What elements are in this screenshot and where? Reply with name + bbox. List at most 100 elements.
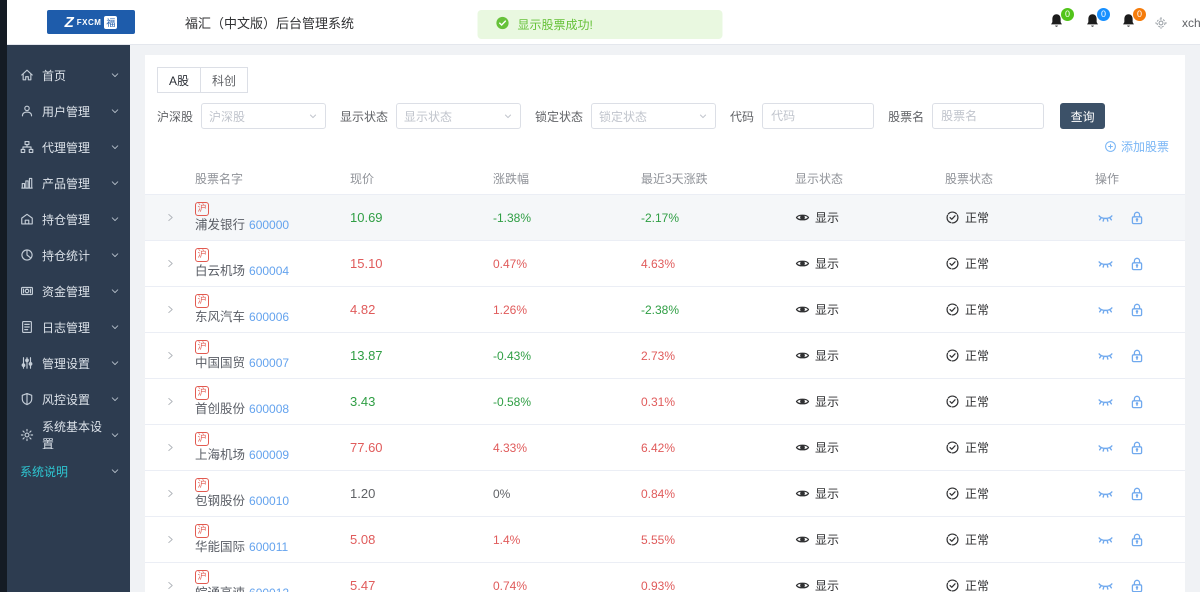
table-row: 沪首创股份6000083.43-0.58%0.31%显示正常 bbox=[145, 379, 1185, 425]
sidebar-item-7[interactable]: 日志管理 bbox=[7, 309, 130, 345]
row-expand-chevron-icon[interactable] bbox=[145, 396, 195, 407]
stock-name-cell: 沪东风汽车600006 bbox=[195, 294, 350, 326]
fxcm-logo: Z FXCM 福 bbox=[47, 10, 135, 34]
header-right-area: 000 xchen bbox=[1048, 0, 1200, 45]
lock-stock-icon[interactable] bbox=[1129, 348, 1145, 364]
sidebar-item-11[interactable]: 系统说明 bbox=[7, 453, 130, 489]
log-icon bbox=[20, 320, 34, 334]
hushen-select[interactable]: 沪深股 bbox=[201, 103, 326, 129]
sidebar-item-5[interactable]: 持仓统计 bbox=[7, 237, 130, 273]
change-percent: 1.4% bbox=[493, 533, 641, 547]
row-expand-chevron-icon[interactable] bbox=[145, 442, 195, 453]
notification-bell-0[interactable]: 0 bbox=[1048, 12, 1068, 34]
stock-name: 浦发银行 bbox=[195, 218, 245, 232]
hide-stock-eye-closed-icon[interactable] bbox=[1097, 485, 1114, 502]
logo-fxcm-text: FXCM bbox=[77, 18, 102, 27]
username-label[interactable]: xchen bbox=[1182, 16, 1200, 30]
sidebar-item-0[interactable]: 首页 bbox=[7, 57, 130, 93]
stock-code-link[interactable]: 600004 bbox=[249, 264, 289, 278]
row-expand-chevron-icon[interactable] bbox=[145, 580, 195, 591]
lock-stock-icon[interactable] bbox=[1129, 532, 1145, 548]
current-price: 5.08 bbox=[350, 532, 493, 547]
chevron-down-icon bbox=[503, 111, 513, 121]
display-status-select[interactable]: 显示状态 bbox=[396, 103, 521, 129]
current-price: 4.82 bbox=[350, 302, 493, 317]
check-circle-icon bbox=[945, 210, 960, 225]
stock-status-cell: 正常 bbox=[945, 531, 1095, 548]
sidebar-item-8[interactable]: 管理设置 bbox=[7, 345, 130, 381]
stock-code-link[interactable]: 600007 bbox=[249, 356, 289, 370]
hide-stock-eye-closed-icon[interactable] bbox=[1097, 347, 1114, 364]
lock-status-select[interactable]: 锁定状态 bbox=[591, 103, 716, 129]
query-button[interactable]: 查询 bbox=[1060, 103, 1105, 129]
lock-stock-icon[interactable] bbox=[1129, 486, 1145, 502]
sidebar-item-1[interactable]: 用户管理 bbox=[7, 93, 130, 129]
row-expand-chevron-icon[interactable] bbox=[145, 488, 195, 499]
stock-name: 白云机场 bbox=[195, 264, 245, 278]
stock-name-cell: 沪中国国贸600007 bbox=[195, 340, 350, 372]
row-expand-chevron-icon[interactable] bbox=[145, 350, 195, 361]
eye-icon bbox=[795, 348, 810, 363]
lock-stock-icon[interactable] bbox=[1129, 440, 1145, 456]
sidebar-item-label: 管理设置 bbox=[42, 355, 90, 372]
tab-star-market[interactable]: 科创 bbox=[201, 67, 248, 93]
change-percent: -0.43% bbox=[493, 349, 641, 363]
lock-stock-icon[interactable] bbox=[1129, 302, 1145, 318]
stock-code-link[interactable]: 600006 bbox=[249, 310, 289, 324]
stock-name: 华能国际 bbox=[195, 540, 245, 554]
stock-status-cell: 正常 bbox=[945, 393, 1095, 410]
notification-bell-2[interactable]: 0 bbox=[1120, 12, 1140, 34]
change-3day-percent: 6.42% bbox=[641, 441, 795, 455]
sidebar-item-2[interactable]: 代理管理 bbox=[7, 129, 130, 165]
stock-code-link[interactable]: 600011 bbox=[249, 540, 288, 554]
lock-stock-icon[interactable] bbox=[1129, 210, 1145, 226]
row-expand-chevron-icon[interactable] bbox=[145, 212, 195, 223]
eye-icon bbox=[795, 302, 810, 317]
stock-code-link[interactable]: 600008 bbox=[249, 402, 289, 416]
sliders-icon bbox=[20, 356, 34, 370]
notification-bell-1[interactable]: 0 bbox=[1084, 12, 1104, 34]
stock-code-link[interactable]: 600009 bbox=[249, 448, 289, 462]
notification-bells: 000 bbox=[1048, 12, 1140, 34]
stock-name-cell: 沪上海机场600009 bbox=[195, 432, 350, 464]
market-tabs: A股 科创 bbox=[157, 67, 1185, 93]
col-current-price: 现价 bbox=[350, 170, 493, 187]
hide-stock-eye-closed-icon[interactable] bbox=[1097, 439, 1114, 456]
stock-code-link[interactable]: 600010 bbox=[249, 494, 289, 508]
hide-stock-eye-closed-icon[interactable] bbox=[1097, 255, 1114, 272]
stock-code-link[interactable]: 600012 bbox=[249, 586, 289, 592]
row-expand-chevron-icon[interactable] bbox=[145, 304, 195, 315]
code-input[interactable] bbox=[762, 103, 874, 129]
chevron-down-icon bbox=[110, 142, 120, 152]
lock-stock-icon[interactable] bbox=[1129, 394, 1145, 410]
check-circle-icon bbox=[945, 486, 960, 501]
display-status-cell: 显示 bbox=[795, 255, 945, 272]
tab-a-shares[interactable]: A股 bbox=[157, 67, 201, 93]
stock-name: 包钢股份 bbox=[195, 494, 245, 508]
hide-stock-eye-closed-icon[interactable] bbox=[1097, 209, 1114, 226]
hide-stock-eye-closed-icon[interactable] bbox=[1097, 577, 1114, 592]
warehouse-icon bbox=[20, 212, 34, 226]
table-header: 股票名字 现价 涨跌幅 最近3天涨跌 显示状态 股票状态 操作 bbox=[145, 163, 1185, 195]
toast-message: 显示股票成功! bbox=[518, 16, 593, 33]
change-3day-percent: -2.38% bbox=[641, 303, 795, 317]
exchange-badge: 沪 bbox=[195, 478, 209, 492]
sidebar-item-4[interactable]: 持仓管理 bbox=[7, 201, 130, 237]
sidebar-item-3[interactable]: 产品管理 bbox=[7, 165, 130, 201]
row-expand-chevron-icon[interactable] bbox=[145, 258, 195, 269]
chevron-down-icon bbox=[110, 250, 120, 260]
stock-name-input[interactable] bbox=[932, 103, 1044, 129]
sidebar-item-6[interactable]: 资金管理 bbox=[7, 273, 130, 309]
sidebar-item-10[interactable]: 系统基本设置 bbox=[7, 417, 130, 453]
stock-code-link[interactable]: 600000 bbox=[249, 218, 289, 232]
sidebar-item-9[interactable]: 风控设置 bbox=[7, 381, 130, 417]
sidebar-nav: 首页用户管理代理管理产品管理持仓管理持仓统计资金管理日志管理管理设置风控设置系统… bbox=[7, 45, 130, 592]
lock-stock-icon[interactable] bbox=[1129, 256, 1145, 272]
lock-stock-icon[interactable] bbox=[1129, 578, 1145, 592]
add-stock-link[interactable]: 添加股票 bbox=[1104, 138, 1169, 155]
user-settings-gear-icon[interactable] bbox=[1154, 16, 1168, 30]
hide-stock-eye-closed-icon[interactable] bbox=[1097, 393, 1114, 410]
row-expand-chevron-icon[interactable] bbox=[145, 534, 195, 545]
hide-stock-eye-closed-icon[interactable] bbox=[1097, 301, 1114, 318]
hide-stock-eye-closed-icon[interactable] bbox=[1097, 531, 1114, 548]
